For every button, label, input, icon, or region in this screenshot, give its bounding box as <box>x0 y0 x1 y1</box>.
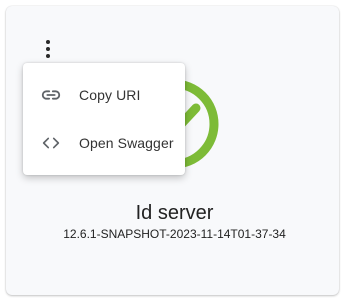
open-swagger-menu-item[interactable]: Open Swagger <box>23 119 185 167</box>
options-menu: Copy URI Open Swagger <box>23 63 185 175</box>
service-name: Id server <box>135 202 214 224</box>
copy-uri-label: Copy URI <box>79 87 141 103</box>
open-swagger-label: Open Swagger <box>79 135 174 151</box>
more-options-icon[interactable] <box>38 37 58 61</box>
copy-uri-menu-item[interactable]: Copy URI <box>23 71 185 119</box>
code-icon <box>39 131 63 155</box>
link-icon <box>39 83 63 107</box>
service-version: 12.6.1-SNAPSHOT-2023-11-14T01-37-34 <box>63 227 286 241</box>
